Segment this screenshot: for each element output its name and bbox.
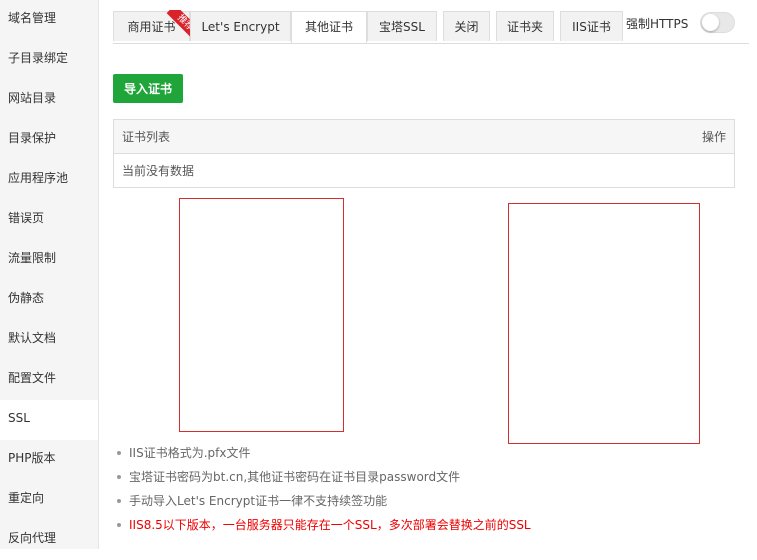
sidebar-item-error-page[interactable]: 错误页 xyxy=(0,200,98,240)
cert-table: 证书列表 操作 当前没有数据 xyxy=(113,119,735,188)
note-item: IIS证书格式为.pfx文件 xyxy=(115,441,531,465)
notes-list: IIS证书格式为.pfx文件 宝塔证书密码为bt.cn,其他证书密码在证书目录p… xyxy=(115,441,531,537)
tab-commercial-cert[interactable]: 商用证书 推荐 xyxy=(113,10,191,41)
toggle-knob xyxy=(702,14,719,31)
note-item: 手动导入Let's Encrypt证书一律不支持续签功能 xyxy=(115,489,531,513)
tab-close[interactable]: 关闭 xyxy=(443,11,490,41)
sidebar-item-domain[interactable]: 域名管理 xyxy=(0,0,98,40)
tab-other-cert[interactable]: 其他证书 xyxy=(291,11,367,43)
table-row: 当前没有数据 xyxy=(114,154,735,188)
recommend-ribbon: 推荐 xyxy=(163,10,191,38)
sidebar-item-ssl[interactable]: SSL xyxy=(0,400,98,440)
cert-list-header: 证书列表 xyxy=(113,119,495,154)
sidebar-item-traffic-limit[interactable]: 流量限制 xyxy=(0,240,98,280)
sidebar: 域名管理 子目录绑定 网站目录 目录保护 应用程序池 错误页 流量限制 伪静态 … xyxy=(0,0,99,549)
sidebar-item-php-version[interactable]: PHP版本 xyxy=(0,440,98,480)
cert-key-textarea[interactable] xyxy=(179,198,344,432)
sidebar-item-subdir-binding[interactable]: 子目录绑定 xyxy=(0,40,98,80)
main-panel: 商用证书 推荐 Let's Encrypt 其他证书 宝塔SSL 关闭 证书夹 … xyxy=(99,0,757,549)
tab-cert-folder[interactable]: 证书夹 xyxy=(496,11,554,41)
sidebar-item-config-file[interactable]: 配置文件 xyxy=(0,360,98,400)
empty-message: 当前没有数据 xyxy=(122,164,195,178)
sidebar-item-reverse-proxy[interactable]: 反向代理 xyxy=(0,520,98,560)
warning-note: IIS8.5以下版本，一台服务器只能存在一个SSL，多次部署会替换之前的SSL xyxy=(115,513,531,537)
sidebar-item-redirect[interactable]: 重定向 xyxy=(0,480,98,520)
sidebar-item-rewrite[interactable]: 伪静态 xyxy=(0,280,98,320)
action-header: 操作 xyxy=(494,119,735,154)
tab-iis-cert[interactable]: IIS证书 xyxy=(560,11,623,41)
cert-pem-textarea[interactable] xyxy=(508,203,700,444)
sidebar-item-default-doc[interactable]: 默认文档 xyxy=(0,320,98,360)
force-https-label: 强制HTTPS xyxy=(626,17,689,31)
sidebar-item-app-pool[interactable]: 应用程序池 xyxy=(0,160,98,200)
table-header-row: 证书列表 操作 xyxy=(113,119,735,154)
import-cert-button[interactable]: 导入证书 xyxy=(113,74,183,103)
note-item: 宝塔证书密码为bt.cn,其他证书密码在证书目录password文件 xyxy=(115,465,531,489)
tab-bt-ssl[interactable]: 宝塔SSL xyxy=(367,11,437,41)
sidebar-item-site-dir[interactable]: 网站目录 xyxy=(0,80,98,120)
tab-lets-encrypt[interactable]: Let's Encrypt xyxy=(190,11,291,41)
sidebar-item-dir-protect[interactable]: 目录保护 xyxy=(0,120,98,160)
force-https-toggle[interactable] xyxy=(700,12,735,33)
